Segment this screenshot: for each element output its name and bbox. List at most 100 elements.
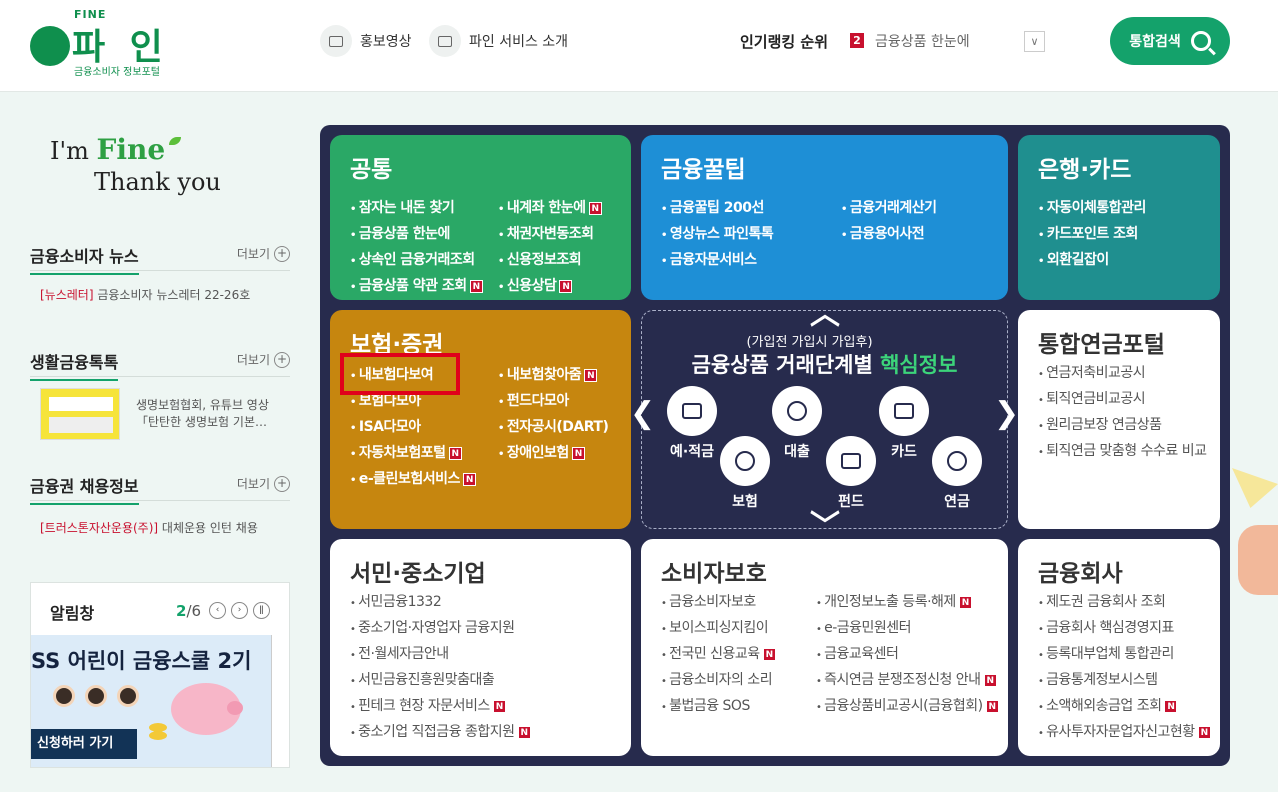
tip-link[interactable]: 금융자문서비스 — [661, 247, 773, 273]
chevron-up-icon[interactable]: ︿ — [810, 289, 840, 333]
bank-book-icon — [682, 403, 702, 419]
fincomp-link[interactable]: 금융통계정보시스템 — [1038, 667, 1211, 693]
search-icon — [1190, 31, 1211, 51]
common-link[interactable]: 신용정보조회 — [498, 247, 602, 273]
consumer-link[interactable]: 보이스피싱지킴이 — [661, 615, 776, 641]
consumer-link[interactable]: 금융교육센터 — [816, 641, 999, 667]
chevron-down-icon: ∨ — [1030, 35, 1039, 48]
news-section-header: 금융소비자 뉴스 더보기 + — [30, 243, 290, 275]
ranking-item-link[interactable]: 금융상품 한눈에 — [875, 31, 970, 51]
jobs-item-link[interactable]: [트러스톤자산운용(주)] 대체운용 인턴 채용 — [40, 519, 258, 536]
fincomp-link[interactable]: 등록대부업체 통합관리 — [1038, 641, 1211, 667]
apply-button[interactable]: 신청하러 가기 — [31, 729, 137, 759]
common-link[interactable]: 신용상담N — [498, 273, 602, 299]
life-section-title[interactable]: 생활금융톡톡 — [30, 349, 119, 381]
consumer-link[interactable]: e-금융민원센터 — [816, 615, 999, 641]
pension-link[interactable]: 원리금보장 연금상품 — [1038, 412, 1207, 438]
bank-link[interactable]: 자동이체통합관리 — [1038, 195, 1147, 221]
ranking-dropdown-button[interactable]: ∨ — [1024, 31, 1045, 52]
bank-link[interactable]: 외환길잡이 — [1038, 247, 1146, 273]
jobs-more-button[interactable]: 더보기 + — [237, 475, 290, 492]
leaf-icon — [169, 137, 182, 145]
consumer-link[interactable]: 금융소비자의 소리 — [661, 667, 776, 693]
core-info-panel: (가입전 가입시 가입후) 금융상품 거래단계별 핵심정보 ︿ ﹀ ❮ ❯ 예·… — [630, 297, 1019, 544]
pension-stage-button[interactable] — [932, 436, 982, 486]
fine-logo[interactable]: FINE 파 인 금융소비자 정보포털 — [30, 8, 180, 78]
insurance-link[interactable]: e-클린보험서비스N — [350, 466, 476, 492]
link-label: 장애인보험 — [506, 445, 569, 461]
jobs-section-header: 금융권 채용정보 더보기 + — [30, 473, 290, 505]
bank-link[interactable]: 카드포인트 조회 — [1038, 221, 1146, 247]
savings-stage-button[interactable] — [667, 386, 717, 436]
insurance-link[interactable]: 내보험찾아줌N — [498, 362, 608, 388]
notice-panel: 알림창 2/6 ‹ › ǁ SS 어린이 금융스쿨 2기 신청하러 가기 — [30, 582, 290, 768]
stage-label: 카드 — [891, 444, 917, 460]
insurance-link[interactable]: 장애인보험N — [498, 440, 608, 466]
jobs-section-title[interactable]: 금융권 채용정보 — [30, 473, 139, 505]
new-badge: N — [1164, 699, 1178, 713]
insurance-link[interactable]: ISA다모아 — [350, 414, 476, 440]
new-badge: N — [985, 699, 999, 713]
pause-icon[interactable]: ǁ — [253, 602, 270, 619]
life-item-link[interactable]: 생명보험협회, 유튜브 영상 「탄탄한 생명보험 기본… — [136, 397, 269, 431]
sme-link[interactable]: 서민금융진흥원맞춤대출 — [350, 667, 531, 693]
news-item-link[interactable]: [뉴스레터] 금융소비자 뉴스레터 22-26호 — [40, 286, 250, 303]
service-intro-link[interactable]: 파인 서비스 소개 — [429, 25, 568, 57]
tip-link[interactable]: 금융꿀팁 200선 — [661, 195, 773, 221]
consumer-link[interactable]: 개인정보노출 등록·해제N — [816, 589, 999, 615]
chart-icon — [841, 453, 861, 469]
insurance-link[interactable]: 자동차보험포털N — [350, 440, 476, 466]
consumer-link[interactable]: 금융소비자보호 — [661, 589, 776, 615]
tip-link[interactable]: 금융거래계산기 — [841, 195, 937, 221]
insurance-link[interactable]: 전자공시(DART) — [498, 414, 609, 440]
fincomp-link[interactable]: 제도권 금융회사 조회 — [1038, 589, 1211, 615]
life-more-button[interactable]: 더보기 + — [237, 351, 290, 368]
loan-stage-button[interactable] — [772, 386, 822, 436]
common-link[interactable]: 잠자는 내돈 찾기 — [350, 195, 483, 221]
tip-link[interactable]: 영상뉴스 파인톡톡 — [661, 221, 774, 247]
notice-current: 2 — [176, 602, 187, 620]
pension-link[interactable]: 퇴직연금비교공시 — [1038, 386, 1207, 412]
common-link[interactable]: 상속인 금융거래조회 — [350, 247, 483, 273]
promo-video-link[interactable]: 홍보영상 — [320, 25, 412, 57]
common-link[interactable]: 채권자변동조회 — [498, 221, 602, 247]
new-badge: N — [584, 368, 598, 382]
news-section-title[interactable]: 금융소비자 뉴스 — [30, 243, 139, 275]
card-stage-button[interactable] — [879, 386, 929, 436]
tip-link[interactable]: 금융용어사전 — [841, 221, 937, 247]
integrated-search-button[interactable]: 통합검색 — [1110, 17, 1230, 65]
news-tag: [뉴스레터] — [40, 288, 94, 302]
fincomp-link[interactable]: 소액해외송금업 조회N — [1038, 693, 1211, 719]
sme-link[interactable]: 핀테크 현장 자문서비스N — [350, 693, 531, 719]
stage-label: 펀드 — [838, 494, 864, 510]
pension-link[interactable]: 연금저축비교공시 — [1038, 360, 1207, 386]
common-link[interactable]: 금융상품 한눈에 — [350, 221, 483, 247]
common-link[interactable]: 금융상품 약관 조회N — [350, 273, 483, 299]
insurance-stage-button[interactable] — [720, 436, 770, 486]
news-more-button[interactable]: 더보기 + — [237, 245, 290, 262]
fund-stage-button[interactable] — [826, 436, 876, 486]
fincomp-link[interactable]: 금융회사 핵심경영지표 — [1038, 615, 1211, 641]
life-item-line1: 생명보험협회, 유튜브 영상 — [136, 398, 269, 412]
sme-link[interactable]: 전·월세자금안내 — [350, 641, 531, 667]
fincomp-link[interactable]: 유사투자자문업자신고현황N — [1038, 719, 1211, 745]
link-label: 즉시연금 분쟁조정신청 안내 — [824, 672, 981, 688]
sme-link[interactable]: 서민금융1332 — [350, 589, 531, 615]
next-icon[interactable]: › — [231, 602, 248, 619]
chevron-right-icon[interactable]: ❯ — [994, 396, 1019, 431]
life-section-header: 생활금융톡톡 더보기 + — [30, 349, 290, 381]
pension-link[interactable]: 퇴직연금 맞춤형 수수료 비교 — [1038, 438, 1207, 464]
notice-banner[interactable]: SS 어린이 금융스쿨 2기 신청하러 가기 — [31, 635, 271, 767]
consumer-link[interactable]: 전국민 신용교육N — [661, 641, 776, 667]
chevron-left-icon[interactable]: ❮ — [630, 396, 655, 431]
common-link[interactable]: 내계좌 한눈에N — [498, 195, 602, 221]
sme-link[interactable]: 중소기업·자영업자 금융지원 — [350, 615, 531, 641]
insurance-link[interactable]: 펀드다모아 — [498, 388, 608, 414]
consumer-link[interactable]: 금융상품비교공시(금융협회)N — [816, 693, 999, 719]
pension-list: 연금저축비교공시 퇴직연금비교공시 원리금보장 연금상품 퇴직연금 맞춤형 수수… — [1038, 360, 1207, 464]
life-thumbnail[interactable] — [40, 388, 120, 440]
sme-link[interactable]: 중소기업 직접금융 종합지원N — [350, 719, 531, 745]
prev-icon[interactable]: ‹ — [209, 602, 226, 619]
consumer-link[interactable]: 즉시연금 분쟁조정신청 안내N — [816, 667, 999, 693]
consumer-link[interactable]: 불법금융 SOS — [661, 693, 776, 719]
